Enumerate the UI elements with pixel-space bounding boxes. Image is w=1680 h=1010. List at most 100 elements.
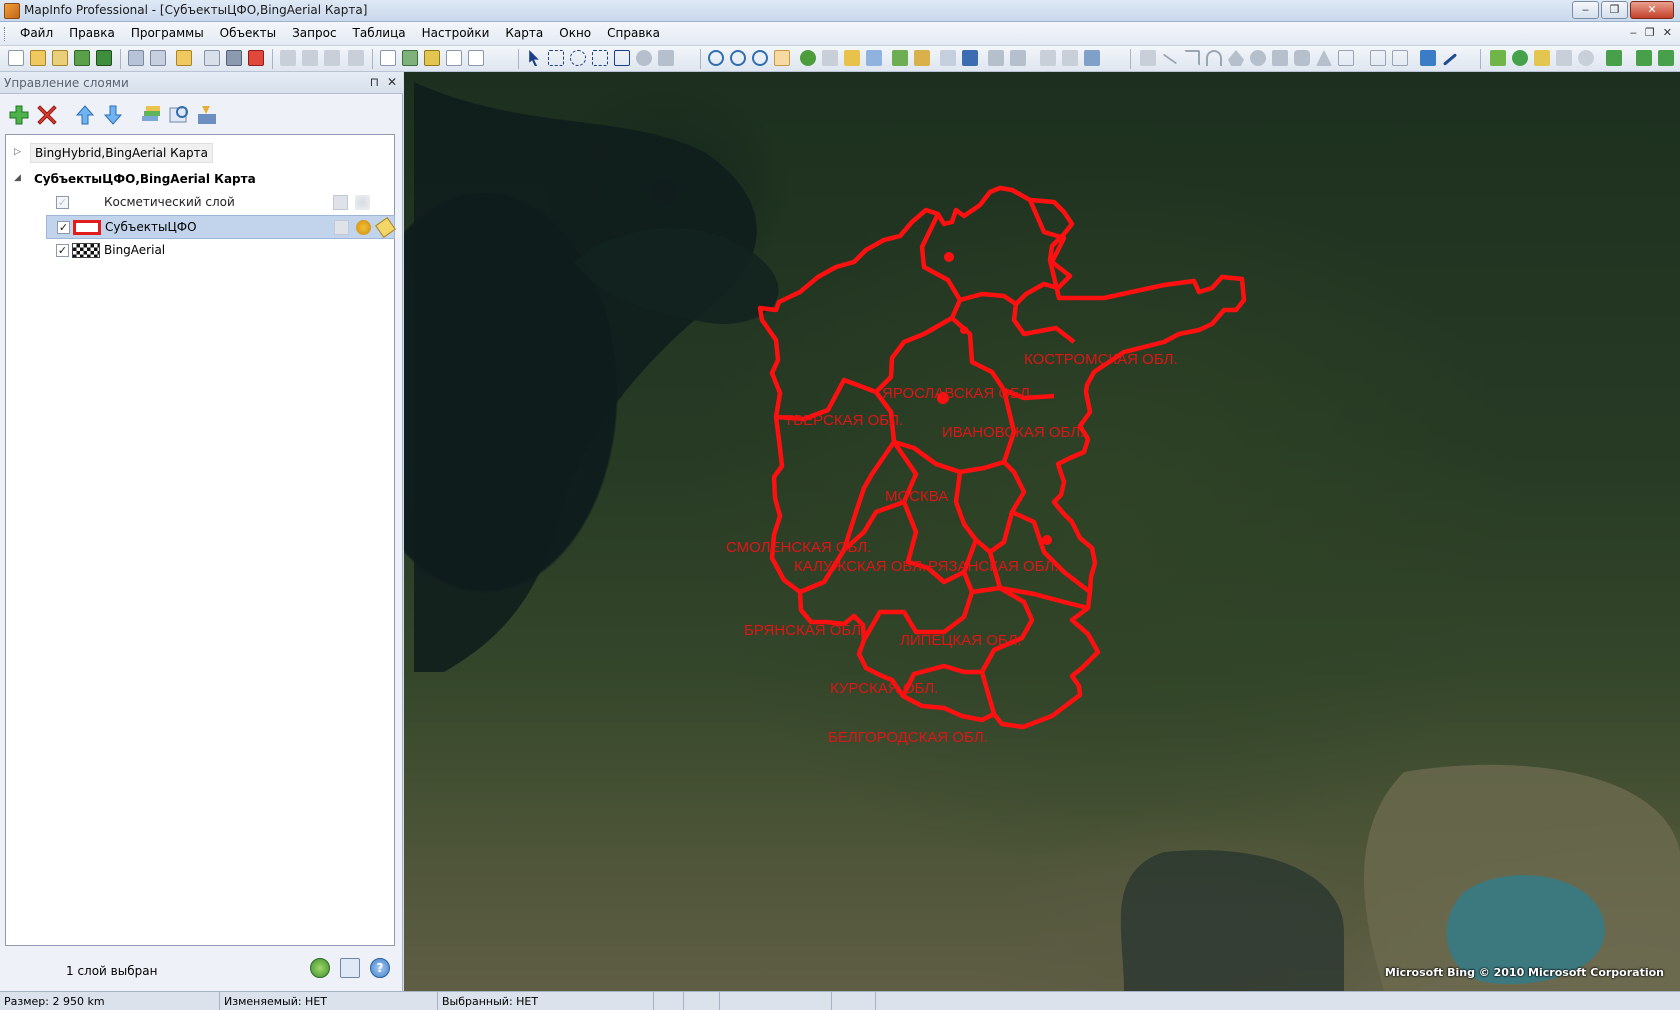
- mdi-minimize-button[interactable]: ‒: [1630, 26, 1637, 39]
- move-layer-down-icon[interactable]: [102, 104, 124, 126]
- selectable-icon[interactable]: [355, 195, 370, 210]
- menu-window[interactable]: Окно: [551, 26, 599, 40]
- zoom-out-icon[interactable]: [730, 50, 746, 66]
- new-icon[interactable]: [8, 50, 24, 66]
- copy-icon[interactable]: [302, 50, 318, 66]
- add-node-tool-icon[interactable]: [1392, 50, 1408, 66]
- clip-region-icon[interactable]: [988, 50, 1004, 66]
- status-zoom-size[interactable]: Размер: 2 950 km: [0, 992, 220, 1010]
- menu-grip[interactable]: [4, 27, 7, 41]
- polygon-tool-icon[interactable]: [1228, 50, 1244, 66]
- help-icon[interactable]: ?: [370, 958, 390, 978]
- layer-properties-icon[interactable]: [140, 104, 162, 126]
- minimize-button[interactable]: ‒: [1572, 1, 1599, 19]
- boundary-select-icon[interactable]: [614, 50, 630, 66]
- layer-control-icon[interactable]: [892, 50, 908, 66]
- menu-objects[interactable]: Объекты: [212, 26, 284, 40]
- geocode-icon[interactable]: [1420, 50, 1436, 66]
- symbol-tool-icon[interactable]: [1140, 50, 1156, 66]
- move-layer-up-icon[interactable]: [74, 104, 96, 126]
- rectangle-tool-icon[interactable]: [1272, 50, 1288, 66]
- folder-icon[interactable]: [176, 50, 192, 66]
- help-extra-icon[interactable]: [1658, 50, 1674, 66]
- unselect-icon[interactable]: [636, 50, 652, 66]
- map-node-subjects[interactable]: ◢ СубъектыЦФО,BingAerial Карта: [12, 169, 392, 191]
- catalog-icon[interactable]: [1556, 50, 1572, 66]
- line-tool-icon[interactable]: [1162, 53, 1178, 65]
- map-window[interactable]: КОСТРОМСКАЯ ОБЛ. ЯРОСЛАВСКАЯ ОБЛ. ТВЕРСК…: [404, 72, 1680, 991]
- layer-visibility-checkbox[interactable]: ✓: [57, 221, 70, 234]
- label-tool-icon[interactable]: [844, 50, 860, 66]
- selectable-icon[interactable]: [356, 220, 371, 235]
- mdi-restore-button[interactable]: ❐: [1645, 26, 1655, 39]
- reshape-node-icon[interactable]: [1370, 50, 1386, 66]
- frame-tool-icon[interactable]: [1338, 50, 1354, 66]
- legend-icon[interactable]: [940, 50, 956, 66]
- shape-tool-icon[interactable]: [1040, 50, 1056, 66]
- reshape-icon[interactable]: [1062, 50, 1078, 66]
- menu-map[interactable]: Карта: [497, 26, 551, 40]
- options-icon[interactable]: [1578, 50, 1594, 66]
- menu-help[interactable]: Справка: [599, 26, 668, 40]
- remove-layer-icon[interactable]: [36, 104, 58, 126]
- paste-icon[interactable]: [324, 50, 340, 66]
- grabber-hand-icon[interactable]: [774, 50, 790, 66]
- undo-icon[interactable]: [348, 50, 364, 66]
- save-icon[interactable]: [128, 50, 144, 66]
- layer-visibility-checkbox[interactable]: ✓: [56, 244, 69, 257]
- layer-row-cosmetic[interactable]: ✓ Косметический слой: [46, 191, 395, 215]
- open-universal-icon[interactable]: [96, 50, 112, 66]
- add-node-icon[interactable]: [1084, 50, 1100, 66]
- map-node-binghybrid[interactable]: ▷ BingHybrid,BingAerial Карта: [12, 143, 392, 165]
- statistics-icon[interactable]: [962, 50, 978, 66]
- status-editable-layer[interactable]: Изменяемый: НЕТ: [220, 992, 438, 1010]
- export-pdf-icon[interactable]: [248, 50, 264, 66]
- menu-programs[interactable]: Программы: [123, 26, 212, 40]
- mdi-close-button[interactable]: ✕: [1663, 26, 1672, 39]
- drag-map-icon[interactable]: [866, 50, 882, 66]
- new-browser-icon[interactable]: [380, 50, 396, 66]
- ruler-icon[interactable]: [914, 50, 930, 66]
- rounded-rectangle-tool-icon[interactable]: [1294, 50, 1310, 66]
- change-view-icon[interactable]: [752, 50, 768, 66]
- new-map-icon[interactable]: [402, 50, 418, 66]
- editable-icon[interactable]: [334, 220, 349, 235]
- zoom-in-icon[interactable]: [708, 50, 724, 66]
- menu-query[interactable]: Запрос: [284, 26, 344, 40]
- editable-icon[interactable]: [333, 195, 348, 210]
- polyline-tool-icon[interactable]: [1184, 50, 1200, 66]
- status-selected-layer[interactable]: Выбранный: НЕТ: [438, 992, 654, 1010]
- tool-manager-icon[interactable]: [1490, 50, 1506, 66]
- arc-tool-icon[interactable]: [1206, 50, 1222, 66]
- label-icon[interactable]: [375, 217, 396, 238]
- polygon-select-icon[interactable]: [592, 50, 608, 66]
- print-icon[interactable]: [226, 50, 242, 66]
- layer-row-bingaerial[interactable]: ✓ BingAerial: [46, 239, 395, 263]
- new-layout-icon[interactable]: [446, 50, 462, 66]
- layer-refresh-icon[interactable]: [168, 104, 190, 126]
- text-tool-icon[interactable]: [1316, 50, 1332, 66]
- open-workspace-icon[interactable]: [52, 50, 68, 66]
- expand-icon[interactable]: ▷: [14, 147, 24, 157]
- hotlink-icon[interactable]: [822, 50, 838, 66]
- add-layer-icon[interactable]: [8, 104, 30, 126]
- pin-icon[interactable]: ⊓: [370, 75, 379, 89]
- world-icon[interactable]: [1606, 50, 1622, 66]
- set-target-icon[interactable]: [1010, 50, 1026, 66]
- chat-icon[interactable]: [1636, 50, 1652, 66]
- info-tool-icon[interactable]: [800, 50, 816, 66]
- graph-select-icon[interactable]: [658, 50, 674, 66]
- new-graph-icon[interactable]: [424, 50, 440, 66]
- layer-display-options-icon[interactable]: [196, 104, 218, 126]
- menu-file[interactable]: Файл: [12, 26, 61, 40]
- apply-icon[interactable]: [310, 958, 330, 978]
- select-arrow-icon[interactable]: [529, 50, 539, 66]
- ellipse-tool-icon[interactable]: [1250, 50, 1266, 66]
- radius-select-icon[interactable]: [570, 50, 586, 66]
- layer-options-icon[interactable]: [340, 958, 360, 978]
- layer-row-subjects-cfo[interactable]: ✓ СубъектыЦФО: [46, 215, 396, 239]
- menu-table[interactable]: Таблица: [345, 26, 414, 40]
- mapinfo-app-icon[interactable]: [4, 3, 20, 19]
- new-redistrict-icon[interactable]: [468, 50, 484, 66]
- open-icon[interactable]: [30, 50, 46, 66]
